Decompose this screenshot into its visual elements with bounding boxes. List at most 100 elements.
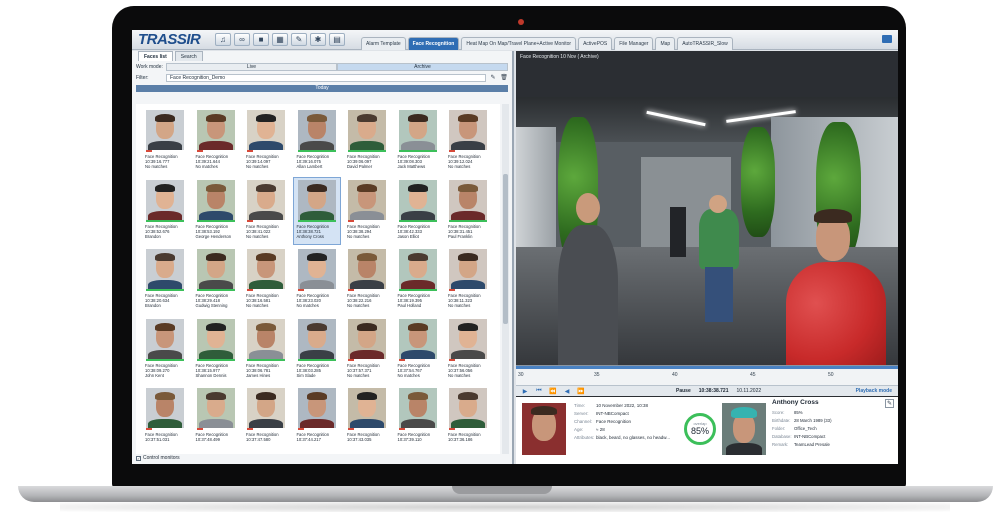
edit-filter-icon[interactable]: ✎ (489, 74, 497, 82)
face-thumbnail[interactable] (196, 179, 235, 220)
face-card[interactable]: Face Recognition 10:39:08.303 Jack Matthew… (395, 108, 441, 174)
face-card[interactable]: Face Recognition 10:38:16.581 No matches (243, 247, 289, 313)
face-card[interactable]: Face Recognition 10:38:38.721 Anthony Cros… (292, 176, 341, 245)
tab-search[interactable]: Search (174, 51, 203, 61)
face-thumbnail[interactable] (247, 388, 285, 428)
face-card[interactable]: Face Recognition 10:38:22.216 No matches (344, 247, 390, 313)
face-card[interactable]: Face Recognition 10:39:14.097 No matches (243, 108, 289, 174)
tab-template[interactable]: Alarm Template (361, 36, 406, 50)
face-thumbnail[interactable] (348, 388, 386, 428)
face-thumbnail[interactable] (449, 249, 487, 289)
face-card[interactable]: Face Recognition 10:39:16.075 Allan Lamber… (294, 108, 340, 174)
face-card[interactable]: Face Recognition 10:38:11.323 No matches (445, 247, 491, 313)
face-card[interactable]: Face Recognition 10:38:03.285 Sim Slade (294, 317, 340, 383)
face-thumbnail[interactable] (146, 249, 184, 289)
tab-template[interactable]: Face Recognition (407, 36, 460, 50)
face-thumbnail[interactable] (196, 110, 235, 150)
face-card[interactable]: Face Recognition 10:37:57.371 No matches (344, 317, 390, 383)
face-thumbnail[interactable] (247, 179, 285, 220)
face-thumbnail[interactable] (297, 318, 336, 359)
face-thumbnail[interactable] (449, 110, 487, 150)
face-card[interactable]: Face Recognition 10:38:06.781 James Hines (243, 317, 289, 383)
face-thumbnail[interactable] (146, 318, 184, 359)
face-card[interactable]: Face Recognition 10:39:06.097 David Palmer (344, 108, 390, 174)
link-icon[interactable]: ∞ (234, 33, 250, 46)
face-card[interactable]: Face Recognition 10:38:09.270 John Kent (142, 317, 188, 383)
skip-start-icon[interactable]: ⏮ (534, 388, 544, 395)
face-thumbnail[interactable] (247, 249, 285, 289)
face-card[interactable]: Face Recognition 10:38:19.395 Paul Holland (395, 247, 441, 313)
face-card[interactable]: Face Recognition 10:38:41.022 No matches (243, 178, 289, 244)
face-card[interactable]: Face Recognition 10:38:31.451 Paul Frankli… (445, 178, 491, 244)
face-card[interactable]: Face Recognition 10:39:12.024 No matches (445, 108, 491, 174)
prev-frame-icon[interactable]: ◀ (562, 388, 572, 395)
face-card[interactable]: Face Recognition 10:37:36.186 (445, 386, 491, 452)
channel-value[interactable]: Face Recognition (596, 419, 631, 424)
video-camera-icon[interactable] (882, 35, 892, 43)
timeline[interactable]: 30 35 40 45 50 (516, 365, 898, 385)
face-card[interactable]: Face Recognition 10:37:39.110 (395, 386, 441, 452)
face-card[interactable]: Face Recognition 10:38:20.634 Brandon (142, 247, 188, 313)
tab-template[interactable]: File Manager (614, 36, 654, 50)
edit-person-icon[interactable]: ✎ (885, 399, 894, 408)
face-card[interactable]: Face Recognition 10:37:44.217 (294, 386, 340, 452)
face-thumbnail[interactable] (348, 249, 386, 289)
face-thumbnail[interactable] (398, 179, 437, 220)
face-card[interactable]: Face Recognition 10:37:47.580 (243, 386, 289, 452)
face-card[interactable]: Face Recognition 10:38:38.294 No matches (344, 178, 390, 244)
face-card[interactable]: Face Recognition 10:38:15.977 Shannon Denn… (193, 317, 239, 383)
face-card[interactable]: Face Recognition 10:37:51.031 (142, 386, 188, 452)
face-thumbnail[interactable] (348, 110, 386, 150)
tab-faces-list[interactable]: Faces list (138, 51, 173, 61)
face-thumbnail[interactable] (146, 179, 184, 220)
face-thumbnail[interactable] (297, 110, 336, 150)
face-thumbnail[interactable] (297, 179, 336, 220)
matched-photo[interactable] (722, 403, 766, 455)
face-thumbnail[interactable] (449, 388, 487, 428)
chart-icon[interactable]: ▤ (329, 33, 345, 46)
delete-filter-icon[interactable]: 🗑 (500, 74, 508, 82)
playback-mode-label[interactable]: Playback mode (856, 388, 892, 394)
face-card[interactable]: Face Recognition 10:38:29.418 Gudwig Stenn… (193, 247, 239, 313)
scroll-thumb[interactable] (503, 174, 508, 324)
grid-icon[interactable]: ▦ (272, 33, 288, 46)
face-thumbnail[interactable] (196, 249, 235, 289)
play-icon[interactable]: ▶ (520, 388, 530, 395)
step-back-icon[interactable]: ⏪ (548, 388, 558, 395)
face-card[interactable]: Face Recognition 10:37:56.056 No matches (445, 317, 491, 383)
wrench-icon[interactable]: ✎ (291, 33, 307, 46)
faces-scrollbar[interactable] (502, 104, 509, 454)
face-thumbnail[interactable] (449, 318, 487, 359)
face-thumbnail[interactable] (398, 388, 437, 428)
face-card[interactable]: Face Recognition 10:37:54.767 No matches (395, 317, 441, 383)
face-thumbnail[interactable] (297, 249, 336, 289)
face-thumbnail[interactable] (247, 318, 285, 359)
face-card[interactable]: Face Recognition 10:37:43.035 (344, 386, 390, 452)
face-thumbnail[interactable] (297, 388, 336, 428)
face-card[interactable]: Face Recognition 10:39:16.777 No matches (142, 108, 188, 174)
face-thumbnail[interactable] (146, 388, 184, 428)
face-thumbnail[interactable] (348, 318, 386, 359)
archive-mode-button[interactable]: Archive (337, 62, 508, 71)
face-thumbnail[interactable] (398, 318, 437, 359)
face-card[interactable]: Face Recognition 10:38:42.333 Jason Elliot (395, 178, 441, 244)
face-thumbnail[interactable] (247, 110, 285, 150)
next-frame-icon[interactable]: ⏩ (576, 388, 586, 395)
face-card[interactable]: Face Recognition 10:37:48.499 (193, 386, 239, 452)
face-thumbnail[interactable] (196, 318, 235, 359)
live-mode-button[interactable]: Live (166, 62, 337, 71)
video-frame[interactable] (516, 97, 898, 365)
face-thumbnail[interactable] (398, 110, 437, 150)
event-snapshot[interactable] (522, 403, 566, 455)
tab-template[interactable]: ActivePOS (578, 36, 613, 50)
face-thumbnail[interactable] (449, 179, 487, 220)
puzzle-icon[interactable]: ✱ (310, 33, 326, 46)
face-thumbnail[interactable] (398, 249, 437, 289)
face-card[interactable]: Face Recognition 10:39:21.644 No matches (193, 108, 239, 174)
pause-label[interactable]: Pause (676, 388, 691, 394)
tab-template[interactable]: Map (655, 36, 676, 50)
filter-select[interactable]: Face Recognition_Demo (166, 73, 486, 82)
face-thumbnail[interactable] (348, 179, 386, 220)
face-thumbnail[interactable] (196, 388, 235, 428)
chat-icon[interactable]: ■ (253, 33, 269, 46)
